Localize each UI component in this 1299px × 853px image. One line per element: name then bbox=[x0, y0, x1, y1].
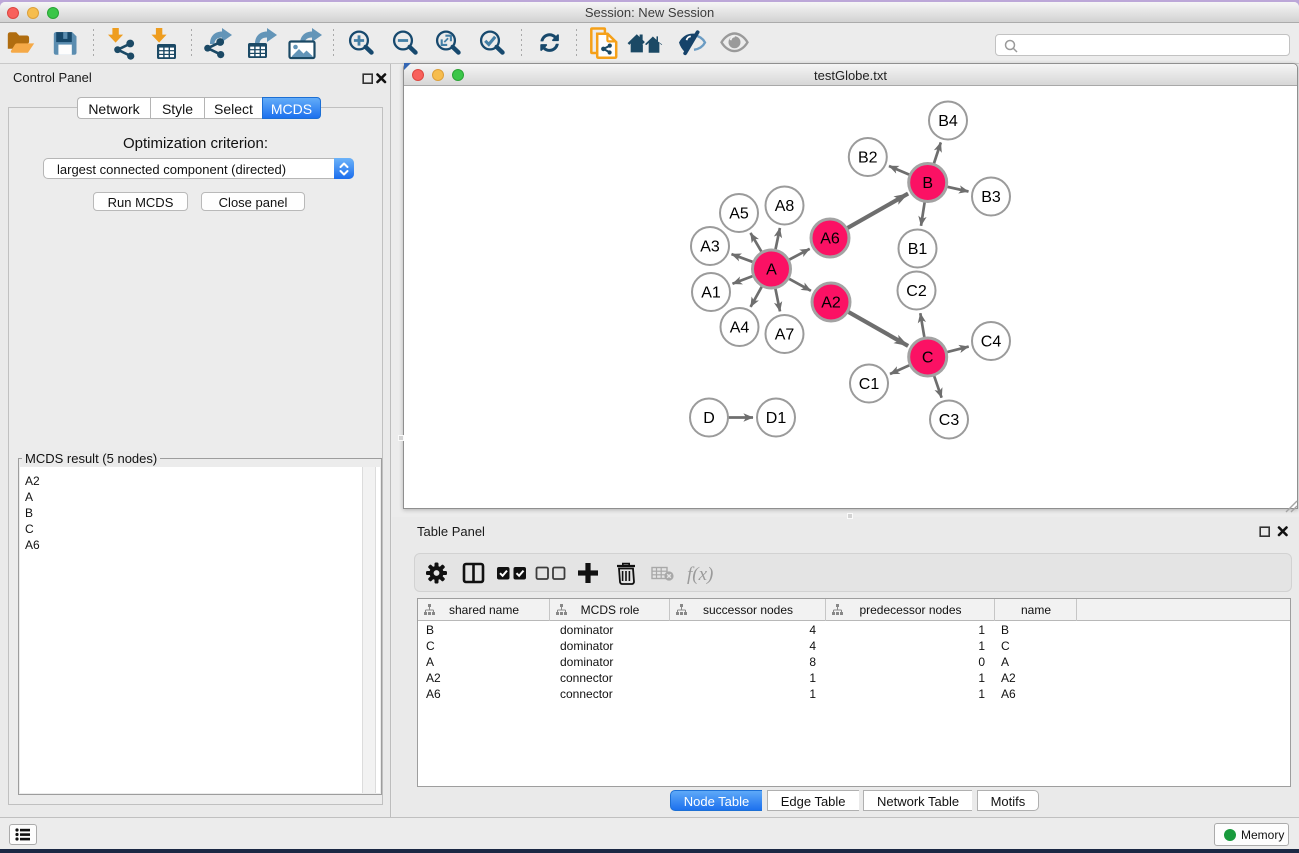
svg-text:A1: A1 bbox=[701, 285, 721, 302]
svg-text:D1: D1 bbox=[766, 410, 787, 427]
svg-text:C3: C3 bbox=[939, 412, 960, 429]
svg-text:C2: C2 bbox=[906, 283, 927, 300]
svg-text:A8: A8 bbox=[775, 198, 795, 215]
svg-text:A2: A2 bbox=[821, 295, 841, 312]
svg-text:A7: A7 bbox=[775, 327, 795, 344]
svg-text:B1: B1 bbox=[908, 241, 928, 258]
svg-text:A3: A3 bbox=[700, 239, 720, 256]
svg-text:B4: B4 bbox=[938, 113, 958, 130]
svg-text:B3: B3 bbox=[981, 189, 1001, 206]
svg-text:A4: A4 bbox=[730, 320, 750, 337]
svg-text:A5: A5 bbox=[729, 206, 749, 223]
svg-text:C: C bbox=[922, 350, 934, 367]
svg-text:C4: C4 bbox=[981, 334, 1002, 351]
svg-text:f(x): f(x) bbox=[687, 564, 713, 585]
svg-text:C1: C1 bbox=[859, 376, 880, 393]
svg-text:A: A bbox=[766, 262, 777, 279]
svg-text:B2: B2 bbox=[858, 150, 878, 167]
svg-text:B: B bbox=[922, 175, 933, 192]
svg-text:A6: A6 bbox=[820, 231, 840, 248]
svg-text:D: D bbox=[703, 410, 715, 427]
